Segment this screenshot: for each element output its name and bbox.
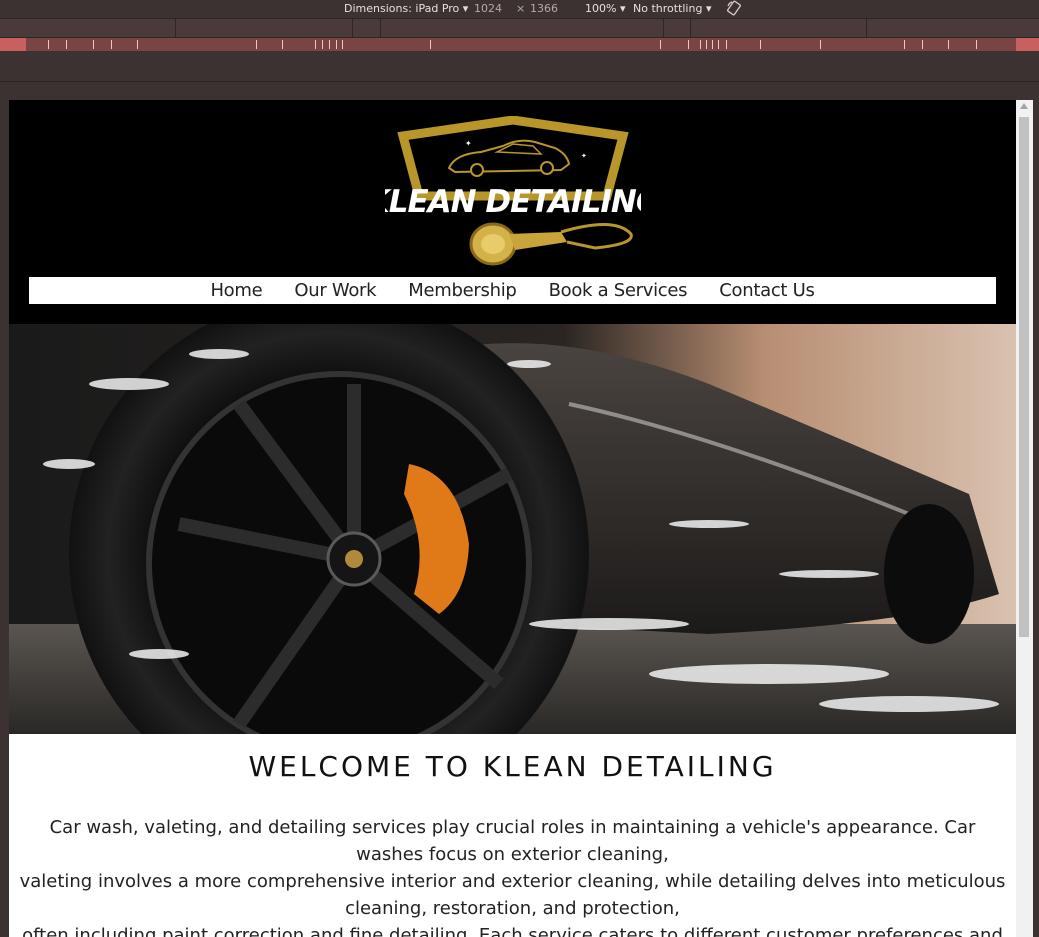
zoom-label: 100% bbox=[585, 2, 617, 15]
svg-text:✦: ✦ bbox=[465, 139, 472, 148]
throttling-select[interactable]: No throttling ▾ bbox=[633, 2, 711, 15]
intro-line-1: Car wash, valeting, and detailing servic… bbox=[49, 817, 976, 865]
page-viewport: ✦ ✦ KLEAN DETAILING Home Our Work Member… bbox=[9, 100, 1016, 937]
intro-line-2: valeting involves a more comprehensive i… bbox=[19, 871, 1006, 919]
nav-item-membership[interactable]: Membership bbox=[392, 277, 532, 304]
device-select[interactable]: Dimensions: iPad Pro ▾ bbox=[344, 2, 468, 15]
scroll-thumb[interactable] bbox=[1019, 117, 1029, 637]
ruler-spacer bbox=[0, 51, 1039, 82]
nav-item-our-work[interactable]: Our Work bbox=[278, 277, 392, 304]
media-query-ruler[interactable] bbox=[0, 38, 1039, 51]
width-input[interactable]: 1024 bbox=[474, 2, 502, 15]
media-query-bar[interactable] bbox=[0, 18, 1039, 38]
logo-wordmark: KLEAN DETAILING bbox=[385, 184, 641, 220]
klean-detailing-logo[interactable]: ✦ ✦ KLEAN DETAILING bbox=[385, 116, 641, 274]
intro-text: Car wash, valeting, and detailing servic… bbox=[17, 814, 1008, 937]
nav-item-book-a-services[interactable]: Book a Services bbox=[533, 277, 704, 304]
rotate-icon[interactable] bbox=[726, 0, 742, 16]
nav-item-home[interactable]: Home bbox=[194, 277, 278, 304]
svg-text:✦: ✦ bbox=[581, 152, 587, 160]
throttling-label: No throttling bbox=[633, 2, 703, 15]
scroll-up-icon[interactable] bbox=[1020, 103, 1028, 109]
devtools-device-toolbar: Dimensions: iPad Pro ▾ 1024 × 1366 100% … bbox=[0, 0, 1039, 18]
nav-item-contact-us[interactable]: Contact Us bbox=[703, 277, 830, 304]
welcome-heading: WELCOME TO KLEAN DETAILING bbox=[248, 750, 777, 783]
hero-image bbox=[9, 324, 1016, 734]
intro-line-3: often including paint correction and fin… bbox=[22, 925, 1003, 937]
height-input[interactable]: 1366 bbox=[530, 2, 558, 15]
zoom-select[interactable]: 100% ▾ bbox=[585, 2, 625, 15]
times-symbol: × bbox=[516, 2, 526, 15]
vertical-scrollbar[interactable] bbox=[1016, 100, 1033, 937]
main-nav: Home Our Work Membership Book a Services… bbox=[29, 277, 996, 304]
device-select-label: Dimensions: iPad Pro bbox=[344, 2, 460, 15]
site-header: ✦ ✦ KLEAN DETAILING Home Our Work Member… bbox=[9, 100, 1016, 324]
